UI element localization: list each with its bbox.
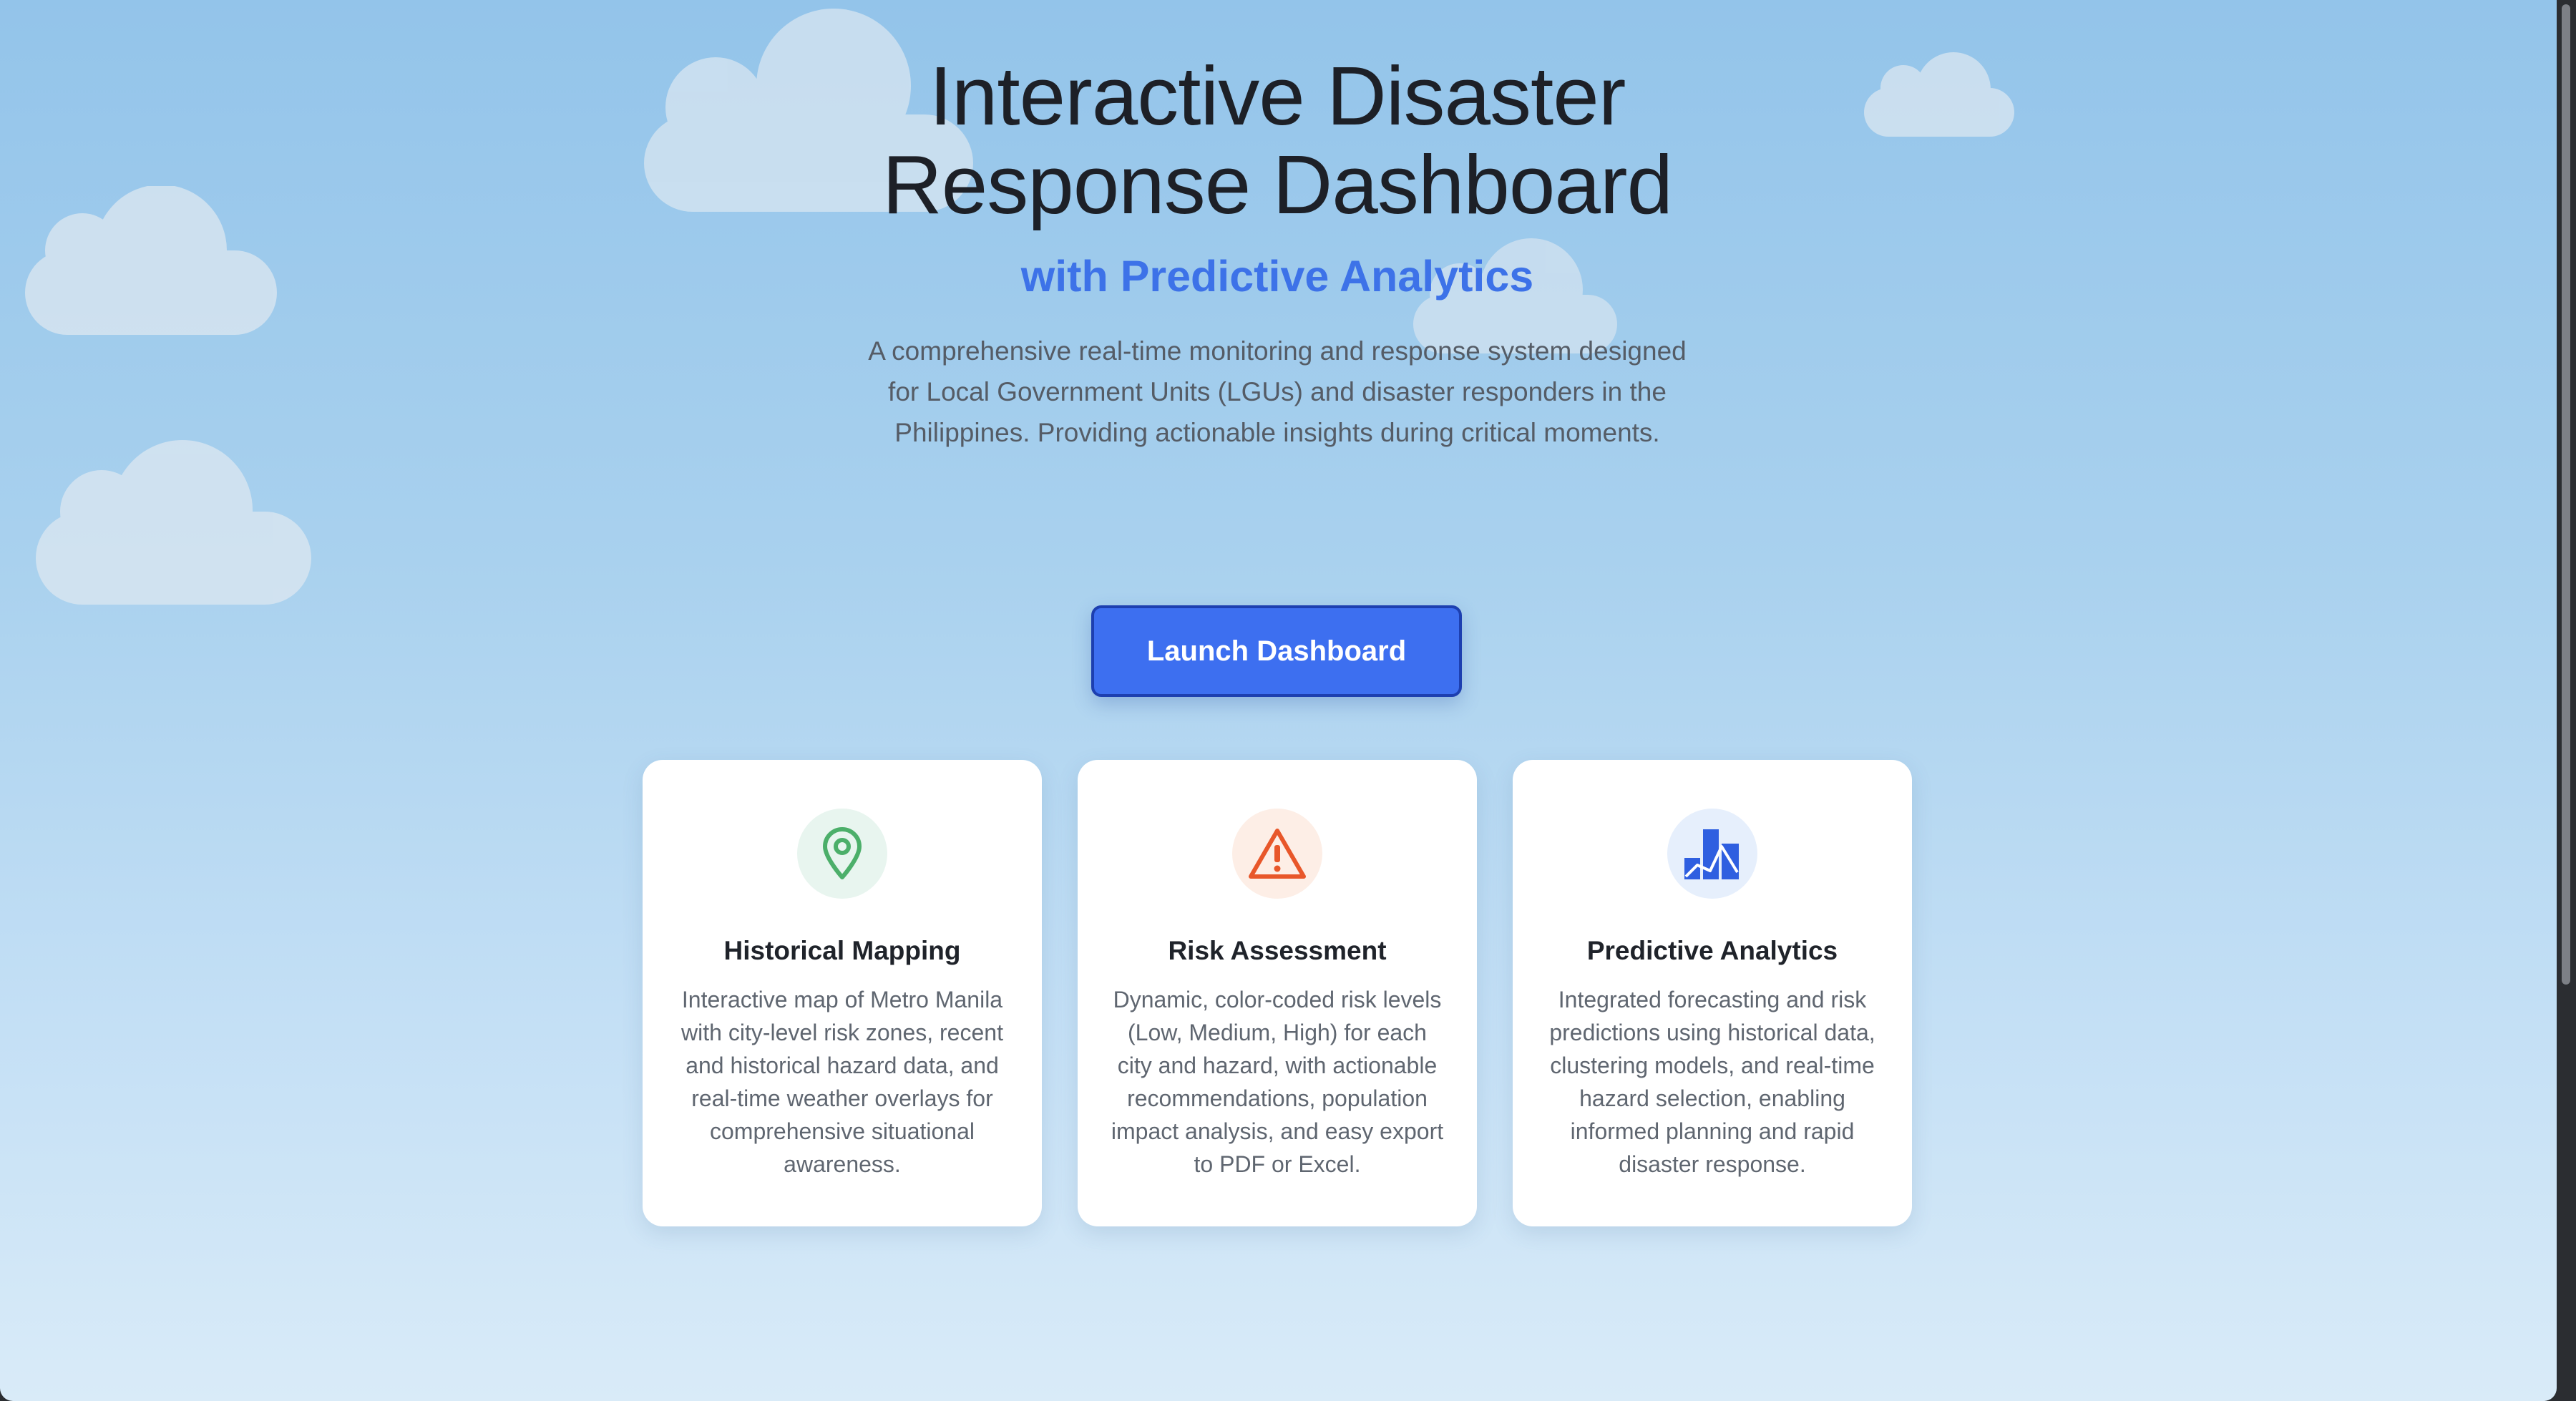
feature-card-risk-assessment: Risk Assessment Dynamic, color-coded ris… bbox=[1078, 760, 1477, 1226]
page-title: Interactive Disaster Response Dashboard bbox=[882, 49, 1673, 231]
feature-description: Interactive map of Metro Manila with cit… bbox=[681, 987, 1003, 1177]
bar-chart-icon bbox=[1667, 809, 1757, 899]
feature-title: Predictive Analytics bbox=[1586, 936, 1838, 965]
hero-description: A comprehensive real-time monitoring and… bbox=[868, 336, 1687, 447]
landing-page: Interactive Disaster Response Dashboard … bbox=[0, 0, 2557, 1401]
feature-description: Dynamic, color-coded risk levels (Low, M… bbox=[1111, 987, 1444, 1177]
feature-card-predictive-analytics: Predictive Analytics Integrated forecast… bbox=[1513, 760, 1912, 1226]
feature-description: Integrated forecasting and risk predicti… bbox=[1549, 987, 1875, 1177]
cloud-decoration bbox=[36, 440, 311, 606]
cloud-decoration bbox=[1864, 47, 2014, 140]
feature-title: Risk Assessment bbox=[1168, 936, 1387, 965]
launch-dashboard-button[interactable]: Launch Dashboard bbox=[1091, 605, 1462, 697]
cloud-decoration bbox=[25, 186, 277, 338]
warning-triangle-icon bbox=[1232, 809, 1322, 899]
vertical-scrollbar[interactable] bbox=[2557, 0, 2576, 1401]
page-subtitle: with Predictive Analytics bbox=[1020, 252, 1534, 301]
scrollbar-thumb[interactable] bbox=[2562, 4, 2570, 985]
map-pin-icon bbox=[797, 809, 887, 899]
feature-title: Historical Mapping bbox=[723, 936, 961, 965]
feature-card-historical-mapping: Historical Mapping Interactive map of Me… bbox=[643, 760, 1042, 1226]
